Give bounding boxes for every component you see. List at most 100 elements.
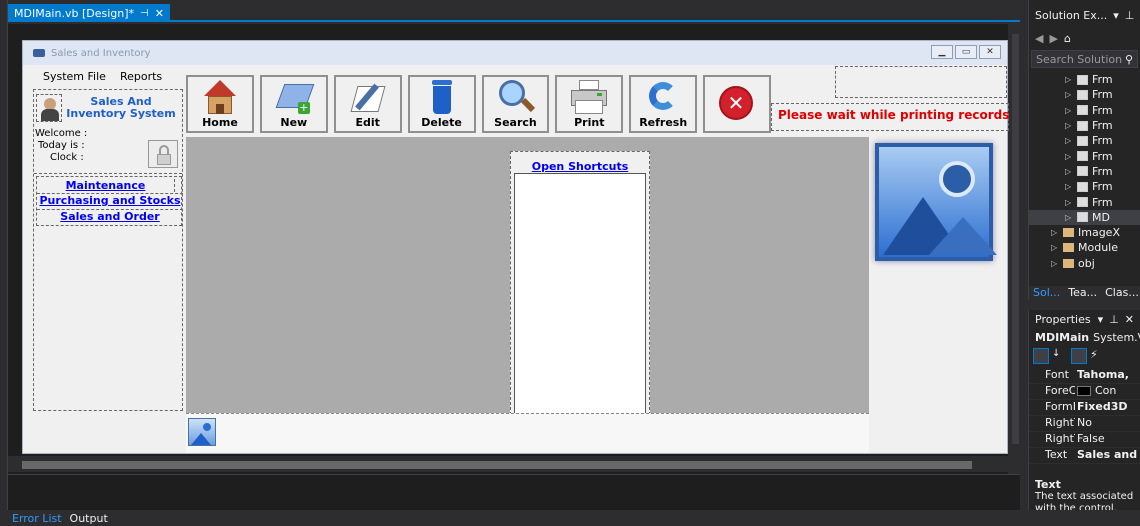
expand-arrow-icon[interactable]: ▷ (1065, 198, 1075, 207)
mdi-form[interactable]: Sales and Inventory ▁ ▭ ✕ System File Re… (22, 40, 1009, 454)
home-button[interactable]: Home (186, 75, 254, 133)
solution-tree-item[interactable]: ▷ Frm (1029, 72, 1140, 87)
form-file-icon (1077, 197, 1088, 208)
nav-purchasing[interactable]: Purchasing and Stocks (37, 193, 183, 207)
property-row[interactable]: Text Sales and (1029, 448, 1140, 464)
home-icon (198, 78, 242, 116)
close-icon[interactable]: ✕ (155, 7, 164, 20)
open-shortcuts-link[interactable]: Open Shortcuts (511, 160, 649, 173)
expand-arrow-icon[interactable]: ▷ (1051, 259, 1061, 268)
lock-icon[interactable] (148, 140, 178, 168)
property-row[interactable]: Font Tahoma, (1029, 368, 1140, 384)
expand-arrow-icon[interactable]: ▷ (1065, 136, 1075, 145)
new-button[interactable]: + New (259, 75, 328, 133)
property-value[interactable]: No (1075, 416, 1140, 431)
expand-arrow-icon[interactable]: ▷ (1065, 75, 1075, 84)
nav-maintenance[interactable]: Maintenance (37, 179, 175, 192)
expand-arrow-icon[interactable]: ▷ (1065, 90, 1075, 99)
solution-tree-item[interactable]: ▷ Frm (1029, 87, 1140, 102)
doc-tab-label: MDIMain.vb [Design]* (14, 6, 135, 20)
refresh-button[interactable]: Refresh (629, 75, 698, 133)
expand-arrow-icon[interactable]: ▷ (1065, 152, 1075, 161)
trash-icon (420, 78, 464, 116)
dropdown-icon[interactable]: ▾ (1098, 313, 1104, 326)
pin-icon[interactable]: ⊥ (1125, 9, 1135, 22)
expand-arrow-icon[interactable]: ▷ (1065, 167, 1075, 176)
expand-arrow-icon[interactable]: ▷ (1051, 228, 1061, 237)
solution-tree-item[interactable]: ▷ ImageX (1029, 225, 1140, 240)
doc-tab-mdimain[interactable]: MDIMain.vb [Design]* ⊣ ✕ (8, 4, 170, 22)
solution-explorer-title: Solution Ex... (1035, 8, 1108, 22)
solution-tree-item[interactable]: ▷ Frm (1029, 164, 1140, 179)
solution-tree-item[interactable]: ▷ Frm (1029, 179, 1140, 194)
solution-tree-item[interactable]: ▷ Frm (1029, 118, 1140, 133)
expand-arrow-icon[interactable]: ▷ (1065, 121, 1075, 130)
left-toolbox-strip[interactable] (0, 0, 8, 526)
shortcuts-list[interactable] (514, 173, 646, 417)
property-value[interactable]: Fixed3D (1075, 400, 1140, 415)
object-selector[interactable]: MDIMain System.V (1029, 328, 1140, 346)
solution-tree-item[interactable]: ▷ Frm (1029, 148, 1140, 163)
close-icon[interactable]: ✕ (979, 45, 1001, 59)
property-name: Font (1045, 368, 1069, 381)
close-icon[interactable]: ✕ (1125, 313, 1134, 326)
property-value[interactable]: False (1075, 432, 1140, 447)
solution-tree-item[interactable]: ▷ Frm (1029, 133, 1140, 148)
dropdown-icon[interactable]: ▾ (1113, 9, 1119, 22)
property-row[interactable]: FormBFixed3D (1029, 400, 1140, 416)
solution-tree-item-label: Frm (1092, 195, 1113, 209)
solution-tree-item[interactable]: ▷ Module (1029, 240, 1140, 255)
property-name: FormB (1045, 400, 1075, 413)
tab-output[interactable]: Output (70, 512, 108, 525)
welcome-label: Welcome : (35, 128, 88, 139)
search-icon[interactable]: ⚲ (1125, 53, 1133, 66)
property-description: Text The text associated with the contro… (1029, 476, 1140, 510)
print-button[interactable]: Print (555, 75, 624, 133)
tab-error-list[interactable]: Error List (12, 512, 62, 525)
expand-arrow-icon[interactable]: ▷ (1065, 182, 1075, 191)
solution-tree-item-label: Frm (1092, 103, 1113, 117)
categorized-icon[interactable] (1033, 348, 1049, 364)
search-button[interactable]: Search (481, 75, 550, 133)
nav-sales-order[interactable]: Sales and Order (37, 209, 183, 223)
property-value[interactable]: Con (1095, 384, 1116, 397)
property-row[interactable]: ForeCo Con (1029, 384, 1140, 400)
solution-tree-item[interactable]: ▷ obj (1029, 256, 1140, 271)
vertical-scroll-thumb[interactable] (1012, 34, 1019, 444)
solution-tree-item[interactable]: ▷ Frm (1029, 194, 1140, 209)
maximize-icon[interactable]: ▭ (955, 45, 977, 59)
search-icon (493, 78, 537, 116)
home-icon[interactable]: ⌂ (1064, 32, 1071, 45)
expand-arrow-icon[interactable]: ▷ (1065, 106, 1075, 115)
solution-search-box[interactable]: Search Solution ⚲ (1031, 50, 1138, 68)
back-icon[interactable]: ◀ (1035, 32, 1043, 45)
pin-icon[interactable]: ⊣ (140, 8, 149, 19)
close-icon: ✕ (715, 84, 759, 122)
pin-icon[interactable]: ⊥ (1109, 313, 1119, 326)
properties-icon[interactable] (1071, 348, 1087, 364)
solution-tree-item[interactable]: ▷ MD (1029, 209, 1140, 225)
exit-button[interactable]: ✕ (703, 75, 771, 133)
events-icon[interactable]: ⚡ (1090, 348, 1106, 364)
delete-button[interactable]: Delete (407, 75, 476, 133)
property-value[interactable]: Sales and (1075, 448, 1140, 463)
tab-class[interactable]: Clas... (1105, 286, 1139, 300)
minimize-icon[interactable]: ▁ (931, 45, 953, 59)
menu-system-file[interactable]: System File (43, 70, 106, 83)
clock-label: Clock : (50, 152, 84, 163)
menu-reports[interactable]: Reports (120, 70, 162, 83)
property-row[interactable]: RightTFalse (1029, 432, 1140, 448)
solution-explorer-toolbar: ◀ ▶ ⌂ (1029, 30, 1140, 46)
tab-solution[interactable]: Sol... (1033, 286, 1060, 300)
solution-tree-item[interactable]: ▷ Frm (1029, 103, 1140, 118)
edit-button[interactable]: Edit (333, 75, 402, 133)
tab-team[interactable]: Tea... (1068, 286, 1097, 300)
property-row[interactable]: RightTNo (1029, 416, 1140, 432)
form-title-bar[interactable]: Sales and Inventory ▁ ▭ ✕ (23, 41, 1007, 65)
expand-arrow-icon[interactable]: ▷ (1065, 213, 1075, 222)
forward-icon[interactable]: ▶ (1049, 32, 1057, 45)
horizontal-scroll-thumb[interactable] (22, 461, 972, 469)
property-value[interactable]: Tahoma, (1075, 368, 1140, 383)
expand-arrow-icon[interactable]: ▷ (1051, 243, 1061, 252)
alphabetical-icon[interactable]: ↓ (1052, 348, 1068, 364)
